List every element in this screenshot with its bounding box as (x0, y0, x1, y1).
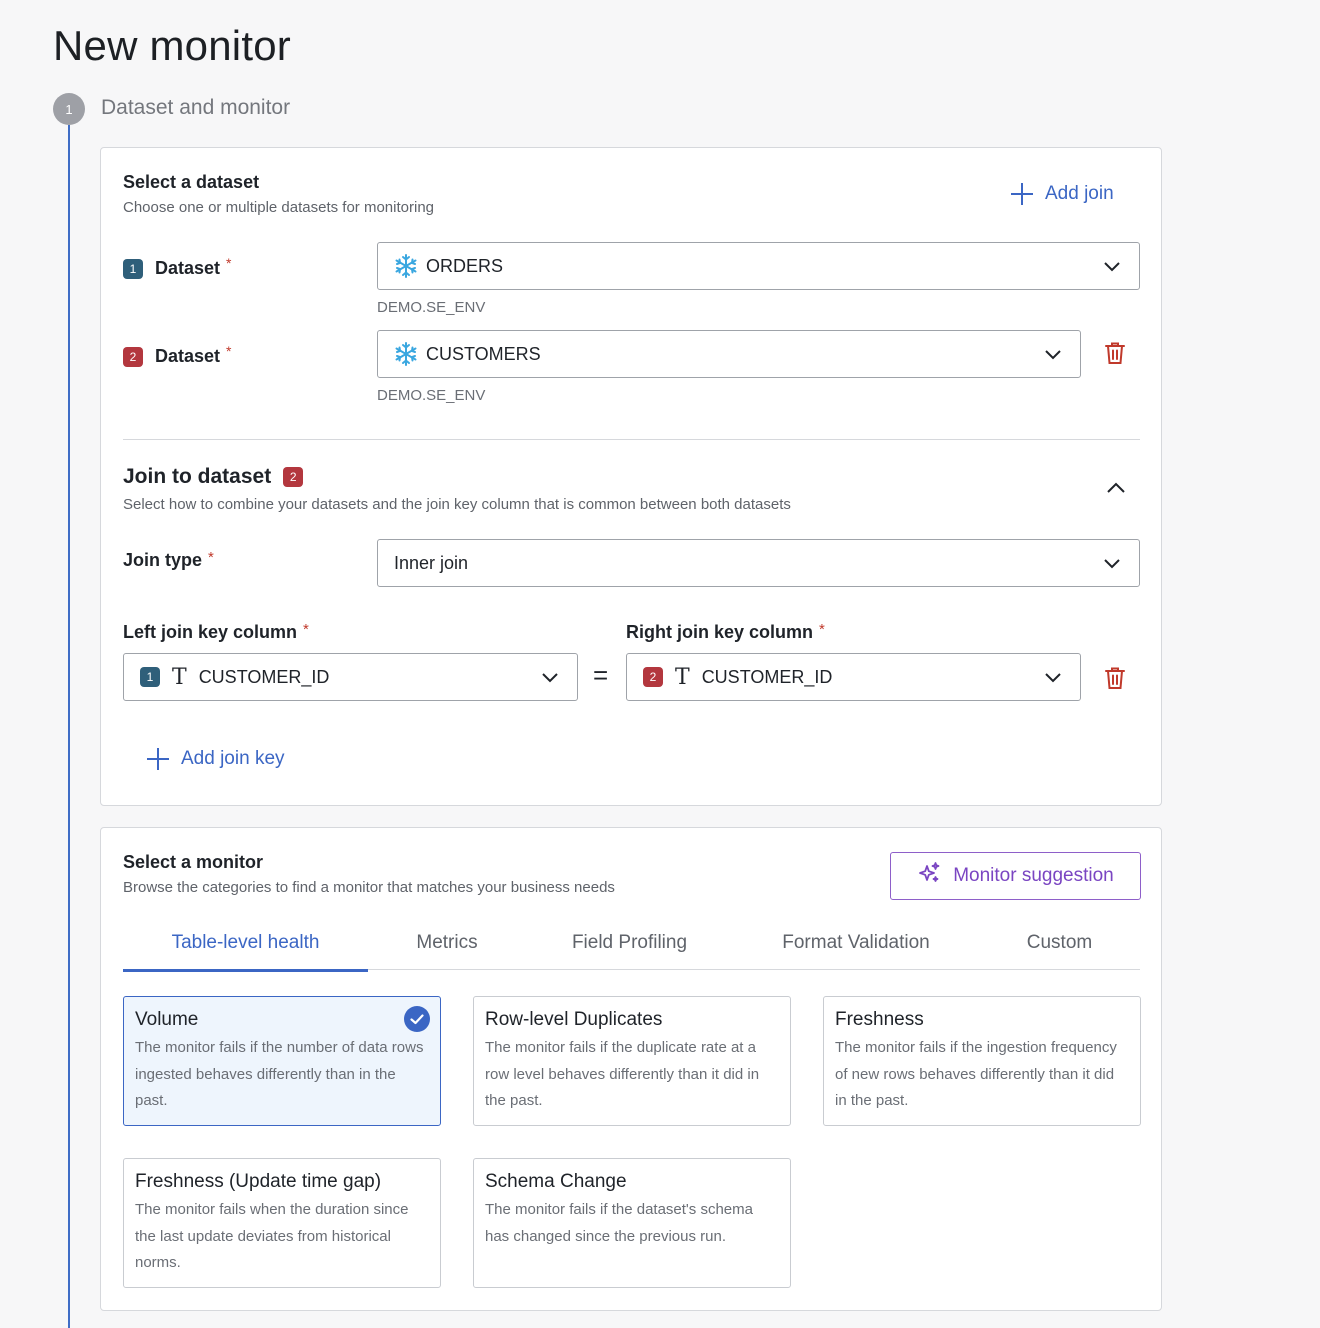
monitor-card-freshness-update-time-gap[interactable]: Freshness (Update time gap) The monitor … (123, 1158, 441, 1288)
dataset-2-label: 2 Dataset * (123, 342, 232, 367)
monitor-suggestion-label: Monitor suggestion (953, 865, 1114, 886)
delete-dataset-2-trash-icon[interactable] (1104, 341, 1126, 365)
monitor-section-title: Select a monitor (123, 852, 264, 872)
dataset-1-label: 1 Dataset * (123, 254, 232, 279)
step-title: Dataset and monitor (101, 96, 291, 119)
right-join-key-select[interactable]: 2 T CUSTOMER_ID (626, 653, 1081, 701)
left-join-key-label: Left join key column * (123, 621, 309, 643)
right-join-key-label-text: Right join key column (626, 622, 814, 642)
monitor-category-tabs: Table-level health Metrics Field Profili… (123, 932, 1140, 972)
left-key-badge: 1 (140, 667, 160, 687)
right-join-key-value: CUSTOMER_ID (701, 666, 833, 687)
required-marker: * (303, 621, 309, 638)
required-marker: * (819, 621, 825, 638)
monitor-card-title: Row-level Duplicates (485, 1009, 663, 1030)
join-section-title: Join to dataset (123, 465, 272, 488)
right-key-badge: 2 (643, 667, 663, 687)
monitor-suggestion-button[interactable]: Monitor suggestion (890, 852, 1141, 900)
step-number-circle: 1 (53, 93, 85, 125)
join-section-subtitle: Select how to combine your datasets and … (123, 496, 791, 513)
equals-sign: = (593, 660, 609, 690)
snowflake-icon (394, 342, 418, 366)
join-type-label: Join type * (123, 549, 214, 571)
left-join-key-value: CUSTOMER_ID (198, 666, 330, 687)
monitor-card-volume[interactable]: Volume The monitor fails if the number o… (123, 996, 441, 1126)
plus-icon (1011, 183, 1033, 205)
monitor-card: Select a monitor Browse the categories t… (100, 827, 1162, 1311)
monitor-card-title: Freshness (Update time gap) (135, 1171, 382, 1192)
dataset-2-label-text: Dataset (155, 346, 221, 366)
monitor-card-desc: The monitor fails if the dataset's schem… (485, 1201, 753, 1245)
monitor-card-schema-change[interactable]: Schema Change The monitor fails if the d… (473, 1158, 791, 1288)
dataset-2-badge: 2 (123, 346, 143, 367)
monitor-card-title: Schema Change (485, 1171, 627, 1192)
chevron-up-icon[interactable] (1106, 481, 1126, 500)
chevron-down-icon (1044, 347, 1061, 361)
page-title: New monitor (53, 22, 291, 69)
required-marker: * (226, 254, 232, 271)
dataset-1-badge: 1 (123, 258, 143, 279)
dataset-1-help: DEMO.SE_ENV (377, 299, 486, 316)
dataset-card: Select a dataset Choose one or multiple … (100, 147, 1162, 806)
chevron-down-icon (1103, 556, 1120, 570)
join-section-header: Join to dataset 2 (123, 465, 304, 489)
delete-join-key-trash-icon[interactable] (1104, 666, 1126, 690)
monitor-card-freshness[interactable]: Freshness The monitor fails if the inges… (823, 996, 1141, 1126)
left-join-key-select[interactable]: 1 T CUSTOMER_ID (123, 653, 578, 701)
dataset-2-select[interactable]: CUSTOMERS (377, 330, 1081, 378)
tab-table-level-health[interactable]: Table-level health (123, 932, 368, 972)
add-join-key-label: Add join key (181, 748, 285, 769)
add-join-button[interactable]: Add join (1011, 183, 1114, 205)
join-type-select[interactable]: Inner join (377, 539, 1140, 587)
join-type-label-text: Join type (123, 550, 203, 570)
right-join-key-label: Right join key column * (626, 621, 825, 643)
monitor-card-desc: The monitor fails when the duration sinc… (135, 1201, 409, 1271)
monitor-card-title: Volume (135, 1009, 199, 1030)
dataset-2-value: CUSTOMERS (426, 343, 541, 364)
dataset-section-title: Select a dataset (123, 172, 260, 192)
monitor-section-subtitle: Browse the categories to find a monitor … (123, 879, 615, 896)
monitor-card-desc: The monitor fails if the ingestion frequ… (835, 1039, 1117, 1109)
text-type-icon: T (172, 664, 187, 690)
sparkles-icon (917, 861, 941, 891)
tab-field-profiling[interactable]: Field Profiling (526, 932, 733, 970)
tab-custom[interactable]: Custom (979, 932, 1140, 970)
required-marker: * (226, 342, 232, 359)
dataset-1-select[interactable]: ORDERS (377, 242, 1140, 290)
dataset-section-subtitle: Choose one or multiple datasets for moni… (123, 199, 435, 216)
add-join-key-button[interactable]: Add join key (147, 748, 285, 770)
left-join-key-label-text: Left join key column (123, 622, 298, 642)
required-marker: * (208, 549, 214, 566)
snowflake-icon (394, 254, 418, 278)
monitor-card-desc: The monitor fails if the duplicate rate … (485, 1039, 760, 1109)
step-progress-line (68, 125, 70, 1328)
dataset-1-label-text: Dataset (155, 258, 221, 278)
chevron-down-icon (1103, 259, 1120, 273)
join-type-value: Inner join (394, 552, 469, 573)
add-join-label: Add join (1045, 183, 1114, 204)
text-type-icon: T (675, 664, 690, 690)
monitor-card-title: Freshness (835, 1009, 924, 1030)
tab-metrics[interactable]: Metrics (368, 932, 526, 970)
plus-icon (147, 748, 169, 770)
dataset-2-help: DEMO.SE_ENV (377, 387, 486, 404)
monitor-card-desc: The monitor fails if the number of data … (135, 1039, 424, 1109)
monitor-card-row-level-duplicates[interactable]: Row-level Duplicates The monitor fails i… (473, 996, 791, 1126)
dataset-1-value: ORDERS (426, 255, 504, 276)
section-divider (123, 439, 1140, 440)
chevron-down-icon (541, 670, 558, 684)
chevron-down-icon (1044, 670, 1061, 684)
tab-format-validation[interactable]: Format Validation (733, 932, 979, 970)
check-circle-icon (404, 1006, 430, 1032)
join-section-badge: 2 (283, 467, 304, 487)
